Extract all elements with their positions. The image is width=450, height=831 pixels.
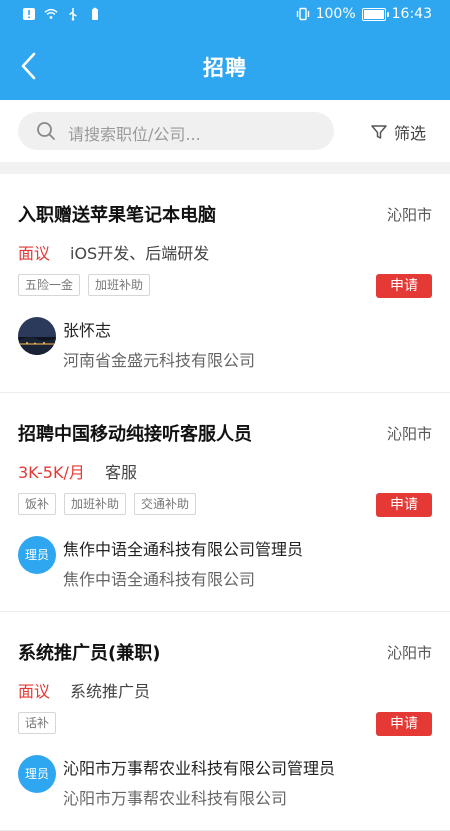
avatar-photo bbox=[18, 317, 56, 355]
poster-name: 焦作中语全通科技有限公司管理员 bbox=[63, 540, 304, 559]
job-list: 入职赠送苹果笔记本电脑 沁阳市 面议 iOS开发、后端研发 五险一金 加班补助 申… bbox=[0, 174, 450, 831]
benefit-tag: 饭补 bbox=[18, 493, 57, 515]
battery-small-icon bbox=[92, 7, 98, 20]
apply-button[interactable]: 申请 bbox=[376, 712, 432, 736]
apply-button[interactable]: 申请 bbox=[376, 493, 432, 517]
job-title: 入职赠送苹果笔记本电脑 bbox=[18, 205, 216, 226]
benefit-tag: 五险一金 bbox=[18, 274, 81, 296]
job-category: 客服 bbox=[105, 463, 138, 482]
benefit-tag: 加班补助 bbox=[64, 493, 127, 515]
company-name: 沁阳市万事帮农业科技有限公司 bbox=[63, 789, 288, 808]
benefit-tag: 话补 bbox=[18, 712, 57, 734]
app-header: 100% 16:43 招聘 bbox=[0, 0, 450, 100]
job-city: 沁阳市 bbox=[386, 644, 432, 662]
wifi-icon bbox=[44, 8, 58, 19]
job-card-content: 入职赠送苹果笔记本电脑 沁阳市 面议 iOS开发、后端研发 五险一金 加班补助 申… bbox=[18, 174, 432, 392]
vibrate-icon bbox=[296, 7, 309, 21]
poster-name: 张怀志 bbox=[63, 321, 112, 340]
status-right-icons: 100% 16:43 bbox=[296, 6, 432, 22]
job-title: 系统推广员(兼职) bbox=[18, 643, 161, 664]
poster-name: 沁阳市万事帮农业科技有限公司管理员 bbox=[63, 759, 336, 778]
usb-icon bbox=[69, 8, 77, 21]
filter-label: 筛选 bbox=[394, 124, 427, 143]
job-salary: 面议 bbox=[18, 244, 51, 263]
avatar bbox=[18, 317, 56, 355]
avatar: 理员 bbox=[18, 536, 56, 574]
battery-percent: 100% bbox=[315, 6, 356, 22]
clock: 16:43 bbox=[391, 6, 432, 22]
status-bar: 100% 16:43 bbox=[0, 0, 450, 32]
avatar: 理员 bbox=[18, 755, 56, 793]
page-title: 招聘 bbox=[203, 56, 247, 80]
apply-button[interactable]: 申请 bbox=[376, 274, 432, 298]
battery-level-fill bbox=[363, 9, 384, 19]
alert-icon bbox=[23, 8, 35, 20]
job-tags: 话补 bbox=[18, 712, 57, 734]
job-city: 沁阳市 bbox=[386, 206, 432, 224]
filter-button[interactable]: 筛选 bbox=[370, 120, 426, 144]
status-left-icons bbox=[22, 7, 102, 21]
job-card-content: 系统推广员(兼职) 沁阳市 面议 系统推广员 话补 申请 理员 沁阳市万事帮农业… bbox=[18, 612, 432, 830]
company-name: 河南省金盛元科技有限公司 bbox=[63, 351, 256, 370]
benefit-tag: 加班补助 bbox=[88, 274, 151, 296]
job-salary: 面议 bbox=[18, 682, 51, 701]
title-bar: 招聘 bbox=[0, 32, 450, 100]
job-tags: 五险一金 加班补助 bbox=[18, 274, 151, 296]
job-title: 招聘中国移动纯接听客服人员 bbox=[18, 424, 252, 445]
search-input[interactable]: 请搜索职位/公司... bbox=[18, 112, 334, 150]
job-card-2[interactable]: 招聘中国移动纯接听客服人员 沁阳市 3K-5K/月 客服 饭补 加班补助 交通补助 … bbox=[0, 393, 450, 612]
job-salary: 3K-5K/月 bbox=[18, 463, 85, 482]
section-divider bbox=[0, 162, 450, 174]
job-city: 沁阳市 bbox=[386, 425, 432, 443]
search-icon bbox=[37, 122, 55, 140]
job-card-content: 招聘中国移动纯接听客服人员 沁阳市 3K-5K/月 客服 饭补 加班补助 交通补助 … bbox=[18, 393, 432, 611]
company-name: 焦作中语全通科技有限公司 bbox=[63, 570, 256, 589]
search-placeholder: 请搜索职位/公司... bbox=[68, 125, 201, 144]
battery-icon bbox=[361, 7, 389, 21]
filter-icon bbox=[371, 125, 387, 139]
job-card-3[interactable]: 系统推广员(兼职) 沁阳市 面议 系统推广员 话补 申请 理员 沁阳市万事帮农业… bbox=[0, 612, 450, 831]
job-tags: 饭补 加班补助 交通补助 bbox=[18, 493, 197, 515]
search-area: 请搜索职位/公司... 筛选 bbox=[0, 100, 450, 162]
job-card-1[interactable]: 入职赠送苹果笔记本电脑 沁阳市 面议 iOS开发、后端研发 五险一金 加班补助 申… bbox=[0, 174, 450, 393]
benefit-tag: 交通补助 bbox=[134, 493, 197, 515]
job-category: 系统推广员 bbox=[70, 682, 151, 701]
job-category: iOS开发、后端研发 bbox=[70, 244, 210, 263]
